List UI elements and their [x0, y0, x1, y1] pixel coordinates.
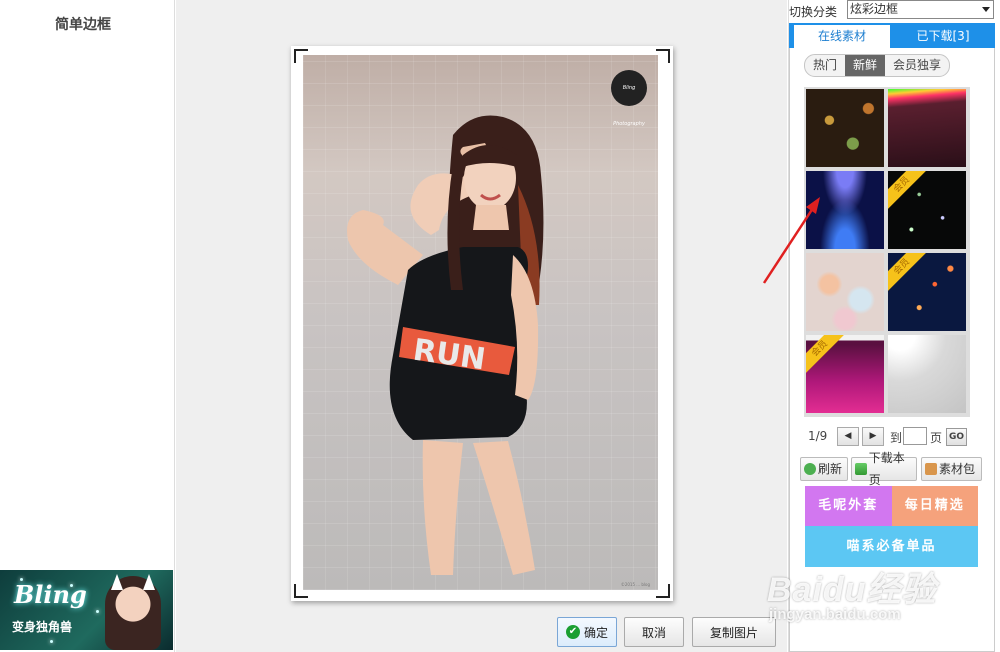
- page-unit-label: 页: [930, 431, 943, 445]
- baidu-jingyan-watermark: Baidu经验 jingyan.baidu.com: [763, 560, 1000, 652]
- promo-banner[interactable]: Bling 变身独角兽: [0, 570, 173, 650]
- go-button[interactable]: GO: [946, 428, 967, 446]
- check-icon: ✔: [565, 625, 580, 639]
- subtab-hot[interactable]: 热门: [805, 55, 845, 76]
- refresh-label: 刷新: [818, 462, 843, 476]
- category-select[interactable]: 炫彩边框: [847, 0, 994, 19]
- frame-corner: [656, 49, 670, 63]
- next-page-button[interactable]: ▶: [862, 427, 884, 446]
- framed-photo: RUN Bling Photography ©2015 ... blog: [291, 46, 673, 601]
- cat-ear-icon: [111, 574, 123, 590]
- filter-subtabs: 热门 新鲜 会员独享: [804, 54, 951, 77]
- subtab-new[interactable]: 新鲜: [845, 55, 886, 76]
- thumbnail-bokeh-gold[interactable]: [805, 88, 885, 168]
- download-page-button[interactable]: 下载本页: [851, 451, 917, 487]
- photo: RUN Bling Photography ©2015 ... blog: [303, 55, 658, 590]
- preview-canvas: RUN Bling Photography ©2015 ... blog: [176, 0, 787, 652]
- tab-downloaded[interactable]: 已下载[3]: [893, 25, 993, 48]
- thumbnail-grey-rays[interactable]: [887, 334, 967, 414]
- prev-page-button[interactable]: ◀: [837, 427, 859, 446]
- download-arrow-icon: [855, 463, 867, 475]
- thumbnail-pastel-bokeh[interactable]: [805, 252, 885, 332]
- subtab-vip-only[interactable]: 会员独享: [885, 55, 949, 76]
- ad-daily-picks[interactable]: 每日精选: [891, 486, 978, 526]
- material-panel: 切换分类 炫彩边框 在线素材 已下载[3] 热门 新鲜 会员独享 会员 会员 会…: [788, 0, 1000, 652]
- watermark-url: jingyan.baidu.com: [769, 606, 901, 623]
- page-number-input[interactable]: [903, 427, 927, 445]
- thumbnail-navy-stars[interactable]: 会员: [887, 252, 967, 332]
- sparkle-icon: [50, 640, 53, 643]
- page-indicator: 1/9: [808, 429, 828, 443]
- tab-online-materials[interactable]: 在线素材: [794, 25, 890, 48]
- watermark-main: Baidu经验: [767, 571, 937, 609]
- cancel-button[interactable]: 取消: [624, 617, 684, 647]
- confirm-label: 确定: [583, 625, 608, 640]
- package-icon: [925, 463, 937, 475]
- thumbnail-rainbow-dark[interactable]: [887, 88, 967, 168]
- promo-subtitle: 变身独角兽: [12, 620, 73, 634]
- thumbnail-blue-glow[interactable]: [805, 170, 885, 250]
- left-sidebar: 简单边框 Bling 变身独角兽: [0, 0, 175, 652]
- ad-banner-top: 毛呢外套 每日精选: [805, 486, 978, 526]
- thumbnail-black-glitter[interactable]: 会员: [887, 170, 967, 250]
- confirm-button[interactable]: ✔ 确定: [557, 617, 617, 647]
- thumbnail-magenta-sparkle[interactable]: 会员: [805, 334, 885, 414]
- vip-badge: 会员: [806, 335, 846, 375]
- ad-wool-coat[interactable]: 毛呢外套: [805, 486, 892, 526]
- goto-label: 到: [890, 431, 903, 445]
- photo-credit: ©2015 ... blog: [620, 582, 650, 587]
- download-page-label: 下载本页: [868, 451, 905, 487]
- frame-corner: [656, 584, 670, 598]
- photography-logo: Bling Photography: [611, 70, 647, 127]
- category-value: 炫彩边框: [850, 2, 899, 16]
- material-pack-label: 素材包: [939, 462, 976, 476]
- refresh-button[interactable]: 刷新: [800, 457, 848, 481]
- promo-model-image: [105, 574, 161, 650]
- category-label: 切换分类: [789, 5, 838, 19]
- sparkle-icon: [96, 610, 99, 613]
- promo-script-title: Bling: [14, 580, 87, 609]
- pagination: 1/9 ◀ ▶ 到 页 GO: [808, 426, 978, 448]
- refresh-icon: [804, 463, 816, 475]
- girl-figure: RUN: [347, 115, 544, 575]
- material-pack-button[interactable]: 素材包: [921, 457, 982, 481]
- vip-badge: 会员: [888, 253, 928, 293]
- cat-ear-icon: [143, 574, 155, 590]
- dropdown-arrow-icon: [982, 7, 990, 12]
- material-tab-bar: 在线素材 已下载[3]: [789, 23, 995, 48]
- frame-style-title: 简单边框: [55, 17, 111, 33]
- vip-badge: 会员: [888, 171, 928, 211]
- thumbnail-grid: 会员 会员 会员: [804, 87, 970, 417]
